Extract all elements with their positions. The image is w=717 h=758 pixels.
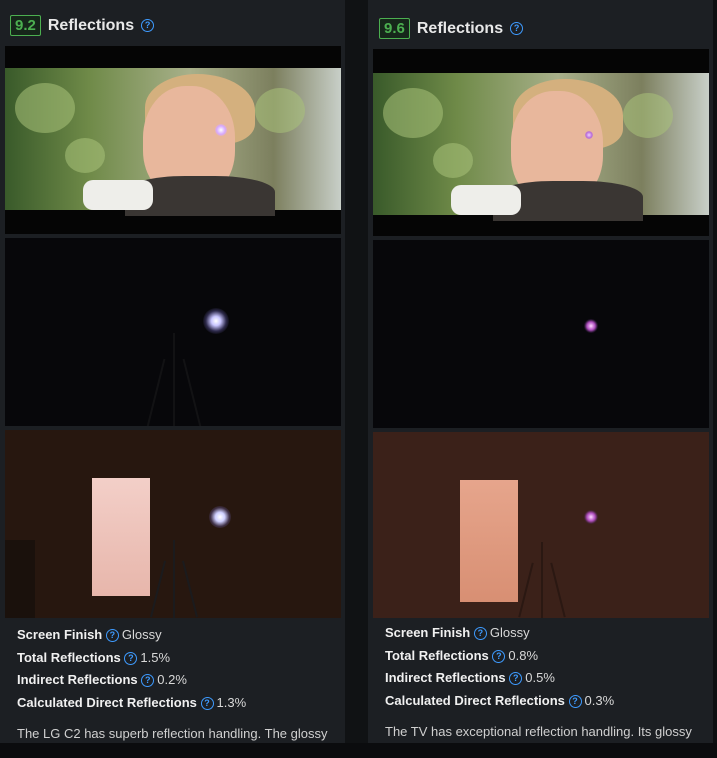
stat-row: Screen Finish ? Glossy xyxy=(385,625,530,641)
left-header: 9.2 Reflections ? xyxy=(10,15,155,36)
stat-row: Total Reflections ? 0.8% xyxy=(385,647,539,663)
right-description-text: The TV has exceptional reflection handli… xyxy=(385,724,692,739)
right-section-title: Reflections xyxy=(416,19,504,37)
help-circle-icon[interactable]: ? xyxy=(141,674,155,688)
stat-row: Screen Finish ? Glossy xyxy=(17,627,162,643)
stat-row: Calculated Direct Reflections ? 0.3% xyxy=(385,692,615,708)
stat-row: Calculated Direct Reflections ? 1.3% xyxy=(17,694,247,710)
right-lit-room-panel xyxy=(373,432,709,618)
help-circle-icon[interactable]: ? xyxy=(568,694,582,708)
woman-photo-image xyxy=(5,68,341,216)
help-circle-icon[interactable]: ? xyxy=(141,19,155,32)
bottom-edge xyxy=(0,743,717,758)
stat-row: Total Reflections ? 1.5% xyxy=(17,649,171,665)
right-reflection-photo-panel xyxy=(373,49,709,236)
column-gutter xyxy=(345,0,368,758)
light-source-image xyxy=(203,308,229,334)
right-stats-list: Screen Finish ? Glossy Total Reflections … xyxy=(385,622,614,712)
help-circle-icon[interactable]: ? xyxy=(510,22,524,35)
right-header: 9.6 Reflections ? xyxy=(379,18,524,39)
light-source-image xyxy=(584,319,598,333)
right-score-badge: 9.6 xyxy=(379,18,410,39)
help-circle-icon[interactable]: ? xyxy=(105,629,119,643)
help-circle-icon[interactable]: ? xyxy=(200,696,214,710)
left-reflection-photo-panel xyxy=(5,46,341,234)
left-dark-room-panel xyxy=(5,238,341,426)
left-stats-list: Screen Finish ? Glossy Total Reflections … xyxy=(17,624,246,714)
right-review-column: 9.6 Reflections ? Screen Finish ? Glossy … xyxy=(368,0,713,758)
right-dark-room-panel xyxy=(373,240,709,428)
left-lit-room-panel xyxy=(5,430,341,618)
left-review-column: 9.2 Reflections ? Screen Finish ?Glossy xyxy=(0,0,345,758)
left-description-text: The LG C2 has superb reflection handling… xyxy=(17,726,328,741)
stat-row: Indirect Reflections ? 0.2% xyxy=(17,672,187,688)
woman-photo-image xyxy=(373,73,709,221)
white-board-image xyxy=(92,478,150,596)
help-circle-icon[interactable]: ? xyxy=(473,627,487,641)
white-board-image xyxy=(460,480,518,602)
stat-row: Indirect Reflections ? 0.5% xyxy=(385,670,555,686)
left-section-title: Reflections xyxy=(47,16,135,34)
help-circle-icon[interactable]: ? xyxy=(492,649,506,663)
help-circle-icon[interactable]: ? xyxy=(124,651,138,665)
left-score-badge: 9.2 xyxy=(10,15,41,36)
help-circle-icon[interactable]: ? xyxy=(509,672,523,686)
